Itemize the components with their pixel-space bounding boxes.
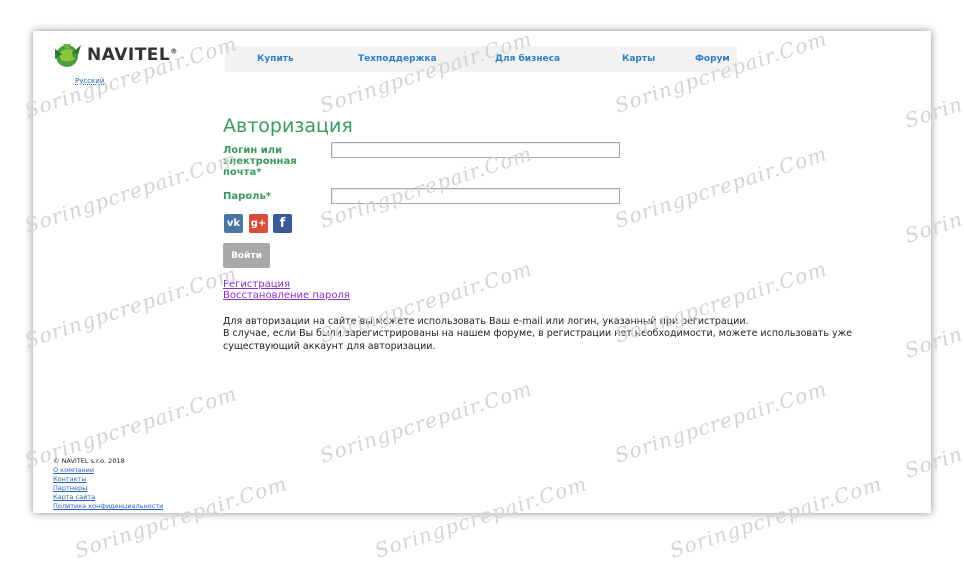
vk-icon[interactable]: vk	[224, 214, 243, 233]
footer-link-privacy[interactable]: Политика конфиденциальности	[53, 502, 163, 510]
footer-link-sitemap[interactable]: Карта сайта	[53, 493, 95, 501]
password-label: Пароль*	[223, 191, 272, 202]
nav-buy[interactable]: Купить	[257, 54, 294, 64]
login-input[interactable]	[331, 142, 620, 158]
password-input[interactable]	[331, 188, 620, 204]
globe-icon	[55, 44, 81, 67]
main-nav: Купить Техподдержка Для бизнеса Карты Фо…	[225, 46, 737, 72]
navitel-logo[interactable]: NAVITEL®	[53, 41, 178, 69]
info-text-1: Для авторизации на сайте вы можете испол…	[223, 316, 749, 327]
nav-support[interactable]: Техподдержка	[358, 54, 437, 64]
browser-page: NAVITEL® Русский Купить Техподдержка Для…	[33, 31, 931, 513]
login-button[interactable]: Войти	[223, 243, 270, 268]
footer-link-contacts[interactable]: Контакты	[53, 475, 86, 483]
info-text-2: В случае, если Вы были зарегистрированы …	[223, 328, 852, 339]
register-link[interactable]: Регистрация	[223, 279, 290, 290]
restore-password-link[interactable]: Восстановление пароля	[223, 290, 350, 301]
nav-forum[interactable]: Форум	[695, 54, 730, 64]
copyright: © NAVITEL s.r.o. 2018	[53, 457, 125, 465]
page-title: Авторизация	[223, 115, 353, 137]
footer-link-about[interactable]: О компании	[53, 466, 94, 474]
footer-link-partners[interactable]: Партнеры	[53, 484, 87, 492]
google-plus-icon[interactable]: g+	[249, 214, 268, 233]
brand-name: NAVITEL®	[87, 45, 178, 65]
nav-maps[interactable]: Карты	[622, 54, 655, 64]
login-label: Логин или электронная почта*	[223, 145, 297, 178]
facebook-icon[interactable]: f	[273, 214, 292, 233]
language-selector[interactable]: Русский	[75, 77, 104, 85]
info-text-3: существующий аккаунт для авторизации.	[223, 341, 436, 352]
nav-business[interactable]: Для бизнеса	[495, 54, 560, 64]
